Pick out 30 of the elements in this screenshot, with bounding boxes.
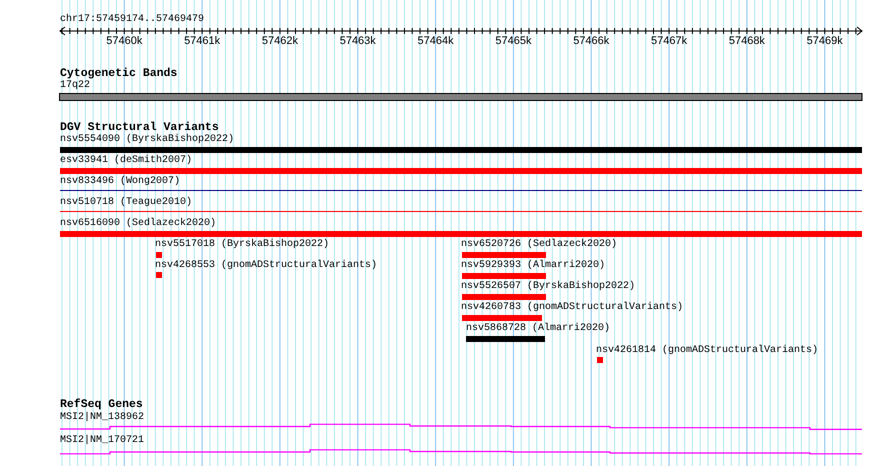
tick-label: 57461k xyxy=(184,35,220,48)
feature-label: MSI2|NM_138962 xyxy=(60,412,144,424)
feature-label: nsv5929393 (Almarri2020) xyxy=(461,260,606,272)
feature-label: nsv5517018 (ByrskaBishop2022) xyxy=(155,239,330,251)
feature-label: nsv4260783 (gnomADStructuralVariants) xyxy=(461,302,684,314)
location-label: chr17:57459174..57469479 xyxy=(60,14,204,26)
feature-label: nsv5526507 (ByrskaBishop2022) xyxy=(461,281,636,293)
tick-label: 57465k xyxy=(495,35,532,48)
track-title: DGV Structural Variants xyxy=(60,121,219,134)
feature-label: esv33941 (deSmith2007) xyxy=(60,155,192,167)
tick-label: 57460k xyxy=(106,35,142,48)
tick-label: 57463k xyxy=(340,35,376,48)
feature-label: nsv5554090 (ByrskaBishop2022) xyxy=(60,134,234,146)
feature-label: nsv4261814 (gnomADStructuralVariants) xyxy=(596,345,818,357)
tick-label: 57466k xyxy=(573,35,610,48)
feature-label: nsv6516090 (Sedlazeck2020) xyxy=(60,218,216,230)
feature-label: nsv510718 (Teague2010) xyxy=(60,197,192,209)
tick-label: 57462k xyxy=(262,35,298,48)
feature-label: nsv4268553 (gnomADStructuralVariants) xyxy=(155,260,378,272)
tick-label: 57469k xyxy=(806,35,843,48)
feature-label: MSI2|NM_170721 xyxy=(60,435,144,447)
feature-label: nsv5868728 (Almarri2020) xyxy=(466,323,610,335)
feature-label: nsv6520726 (Sedlazeck2020) xyxy=(461,239,618,251)
feature-label: nsv833496 (Wong2007) xyxy=(60,176,180,188)
track-title: RefSeq Genes xyxy=(60,398,143,411)
tick-label: 57467k xyxy=(651,35,688,48)
tick-label: 57464k xyxy=(418,35,454,48)
track-title: Cytogenetic Bands xyxy=(60,67,178,80)
tick-label: 57468k xyxy=(728,35,765,48)
band-label: 17q22 xyxy=(60,80,90,92)
